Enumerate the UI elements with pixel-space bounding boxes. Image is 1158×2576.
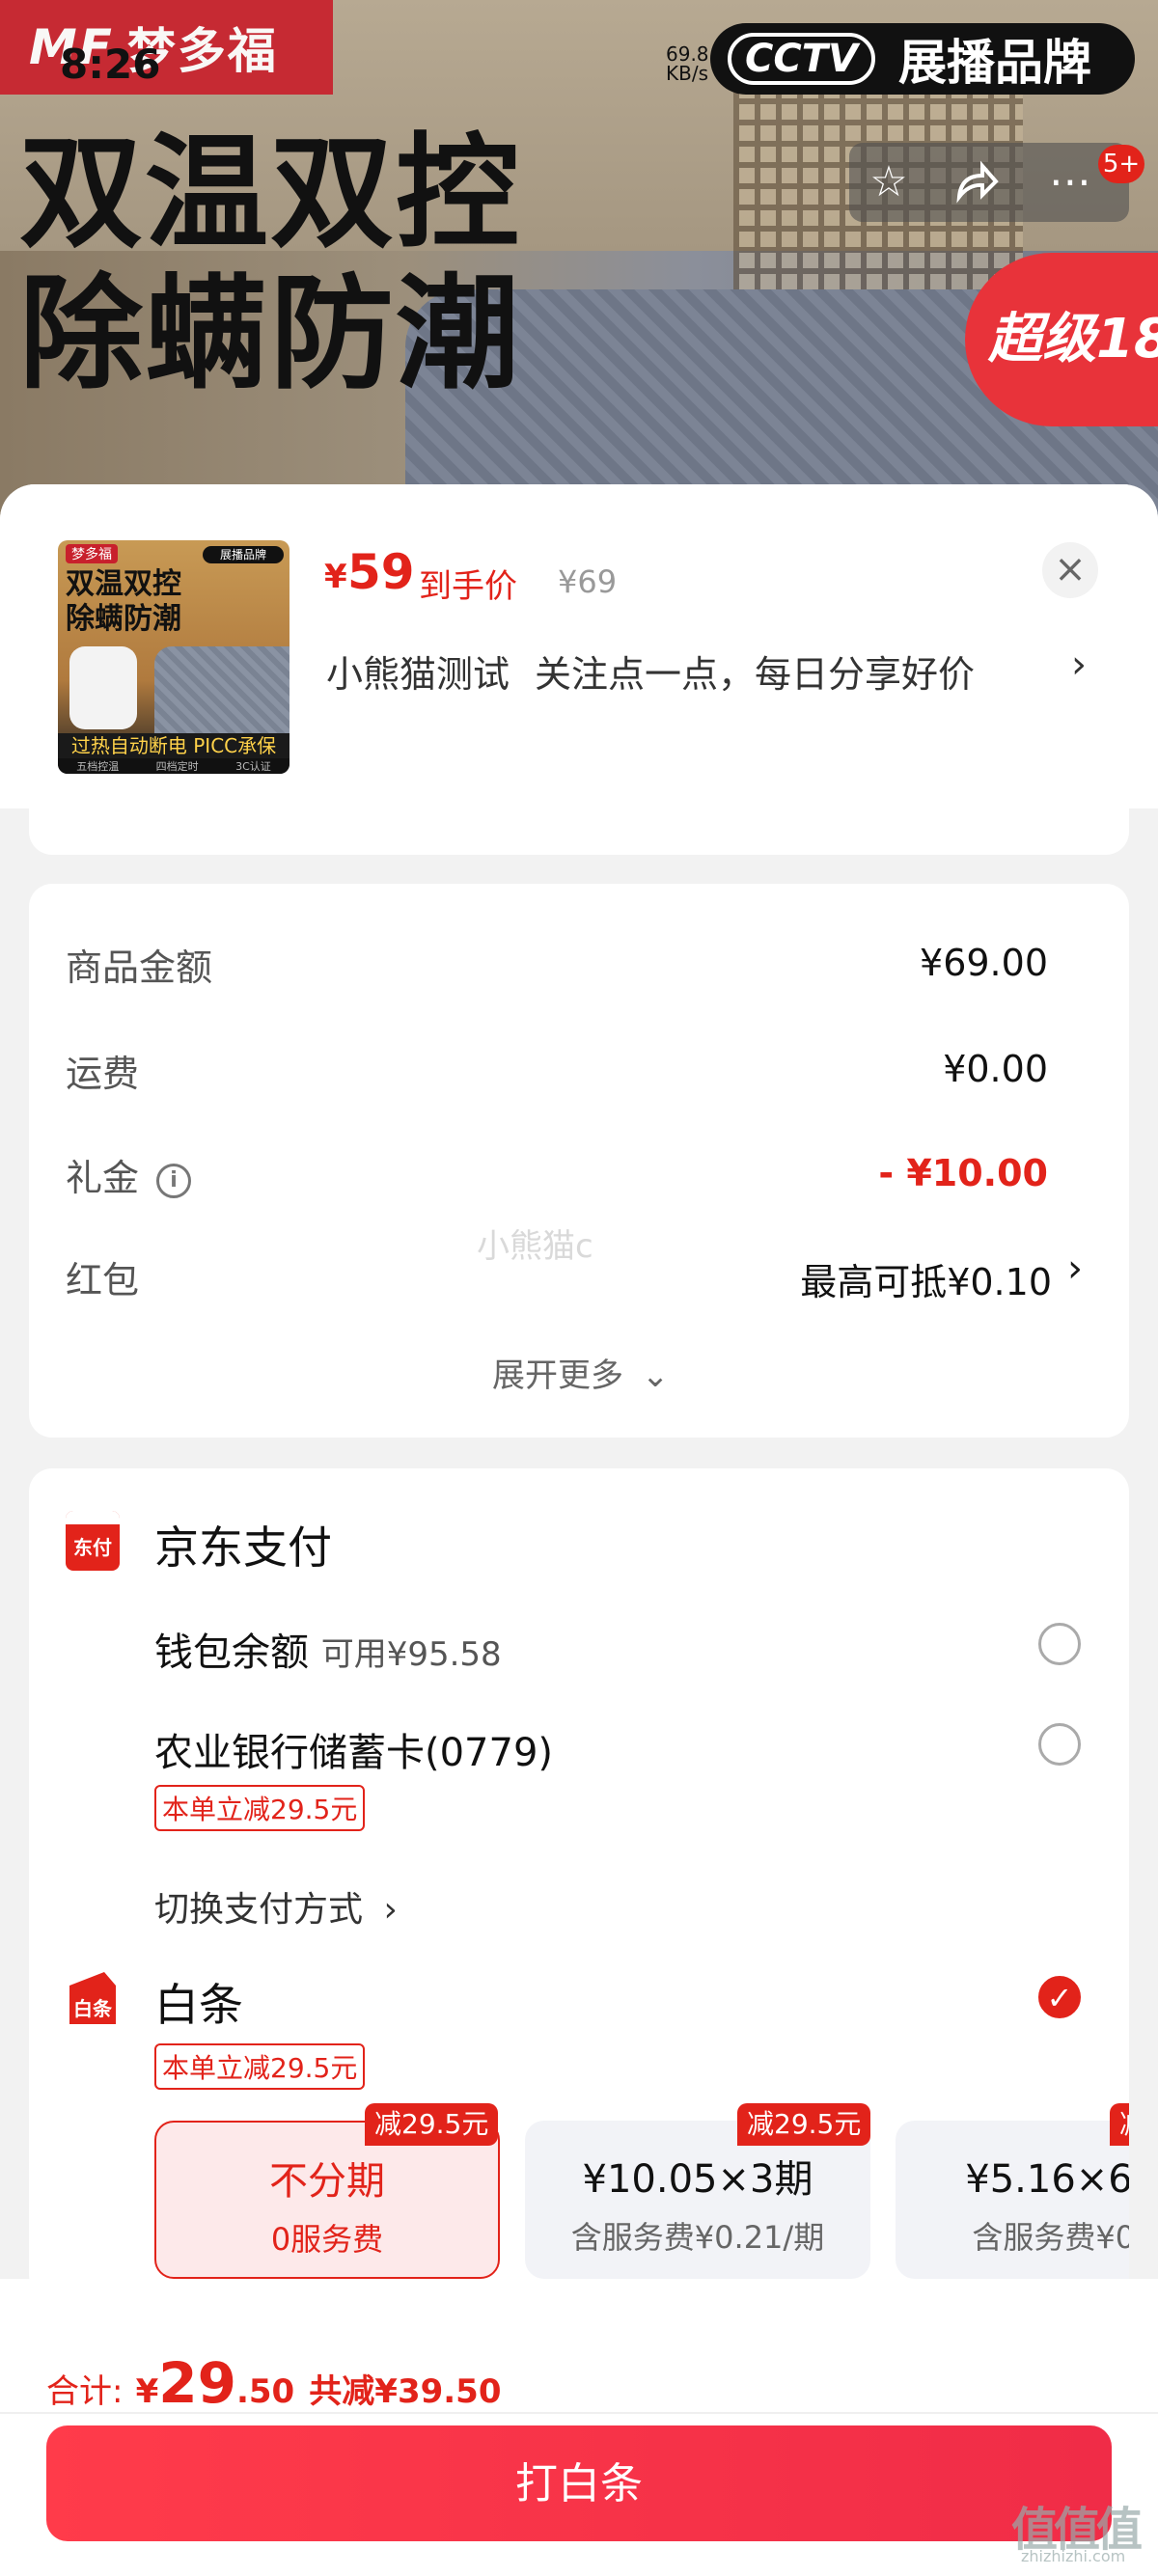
- shop-slogan: 关注点一点，每日分享好价: [535, 653, 976, 696]
- total-integer: 29: [158, 2350, 236, 2416]
- star-icon[interactable]: ☆: [865, 158, 913, 206]
- more-icon[interactable]: ⋯: [1046, 158, 1094, 206]
- pay-baitiao-button[interactable]: 打白条: [46, 2425, 1112, 2541]
- plan-6-installments[interactable]: ¥5.16×6期 含服务费¥0.2: [896, 2121, 1129, 2279]
- baitiao-icon-text: 白条: [73, 1997, 112, 2020]
- plan-discount-badge: 减29.5元: [737, 2103, 871, 2146]
- thumb-title-line-2: 除螨防潮: [66, 602, 181, 636]
- divider: [0, 2412, 1158, 2414]
- product-thumbnail[interactable]: 梦多福 展播品牌 双温双控 除螨防潮 过热自动断电 PICC承保 五档控温 四档…: [58, 540, 290, 774]
- thumb-footer-item: 3C认证: [235, 760, 271, 773]
- cctv-text: 展播品牌: [897, 35, 1091, 91]
- plan-title: ¥10.05×3期: [582, 2157, 813, 2202]
- wallet-available: 可用¥95.58: [320, 1635, 502, 1674]
- thumb-banner: 过热自动断电 PICC承保: [58, 733, 290, 758]
- expand-more[interactable]: 展开更多 ⌄: [492, 1349, 669, 1396]
- baitiao-title: 白条: [154, 1979, 243, 2031]
- plan-sub: 0服务费: [270, 2221, 384, 2258]
- cost-label-gift-text: 礼金: [66, 1157, 140, 1199]
- final-price-label: 到手价: [419, 567, 517, 606]
- total-symbol: ¥: [135, 2372, 159, 2411]
- thumb-title: 双温双控 除螨防潮: [66, 567, 181, 637]
- plan-title: 不分期: [269, 2159, 385, 2204]
- thumb-brand: 梦多福: [66, 544, 118, 563]
- wallet-radio[interactable]: [1038, 1623, 1081, 1665]
- thumb-blanket-image: [154, 646, 290, 733]
- baitiao-icon: 白条: [66, 1968, 120, 2028]
- jd-pay-title: 京东支付: [154, 1521, 332, 1574]
- info-icon[interactable]: i: [156, 1163, 192, 1198]
- thumb-footer: 五档控温 四档定时 3C认证: [58, 758, 290, 774]
- plan-6-installments-clip: ¥5.16×6期 含服务费¥0.2 减: [896, 2103, 1129, 2287]
- plan-discount-badge: 减: [1110, 2103, 1129, 2146]
- plan-sub: 含服务费¥0.21/期: [570, 2219, 825, 2256]
- net-speed-unit: KB/s: [666, 62, 708, 85]
- baitiao-check-icon[interactable]: ✓: [1038, 1976, 1081, 2018]
- thumb-footer-item: 四档定时: [155, 760, 199, 773]
- price-symbol: ¥: [324, 558, 347, 596]
- jd-pay-icon: 东付: [66, 1511, 120, 1571]
- brand-logo: MF 梦多福: [0, 0, 333, 95]
- final-price: 59: [347, 544, 415, 600]
- shop-info[interactable]: 小熊猫测试 关注点一点，每日分享好价: [326, 644, 975, 698]
- bank-discount-tag: 本单立减29.5元: [154, 1785, 366, 1831]
- cost-value-shipping: ¥0.00: [943, 1048, 1048, 1090]
- chevron-right-icon[interactable]: ›: [1071, 643, 1087, 687]
- cost-value-redpacket[interactable]: 最高可抵¥0.10: [676, 1252, 1052, 1305]
- jd-pay-icon-text: 东付: [73, 1536, 112, 1559]
- cost-label-goods: 商品金额: [66, 946, 213, 989]
- message-badge: 5+: [1098, 145, 1144, 183]
- cost-value-gift: - ¥10.00: [878, 1152, 1048, 1194]
- total-label: 合计:: [46, 2372, 124, 2411]
- wallet-label: 钱包余额: [154, 1631, 309, 1675]
- order-total: 合计: ¥29.50 共减¥39.50: [46, 2350, 501, 2416]
- promo-super18: 超级18: [965, 253, 1158, 426]
- slogan-line-2: 除螨防潮: [19, 262, 522, 406]
- net-speed-value: 69.8: [666, 42, 709, 66]
- corner-watermark-url: zhizhizhi.com: [1021, 2547, 1126, 2565]
- switch-payment-label: 切换支付方式: [154, 1890, 364, 1930]
- chevron-right-icon[interactable]: ›: [1067, 1247, 1083, 1291]
- thumb-remote-image: [69, 646, 137, 729]
- baitiao-discount-tag: 本单立减29.5元: [154, 2043, 366, 2090]
- total-decimal: .50: [235, 2372, 295, 2411]
- cost-label-gift: 礼金 i: [66, 1148, 192, 1201]
- thumb-cctv: 展播品牌: [203, 546, 284, 563]
- product-card-bottom: [29, 808, 1129, 855]
- close-icon[interactable]: ×: [1042, 542, 1098, 598]
- total-saved: 共减¥39.50: [309, 2372, 502, 2411]
- plan-title: ¥5.16×6期: [965, 2157, 1129, 2202]
- shop-name: 小熊猫测试: [326, 653, 510, 696]
- chevron-down-icon: ⌄: [641, 1357, 670, 1395]
- plan-discount-badge: 减29.5元: [365, 2103, 499, 2146]
- status-time: 8:26: [60, 41, 161, 88]
- expand-more-label: 展开更多: [492, 1357, 623, 1395]
- switch-payment-method[interactable]: 切换支付方式 ›: [154, 1881, 398, 1932]
- thumb-footer-item: 五档控温: [76, 760, 120, 773]
- share-icon[interactable]: [951, 158, 1000, 206]
- chevron-right-icon: ›: [383, 1890, 398, 1930]
- cost-value-goods: ¥69.00: [920, 942, 1048, 984]
- wallet-balance-option[interactable]: 钱包余额 可用¥95.58: [154, 1621, 502, 1677]
- hero-slogan: 双温双控 除螨防潮: [19, 123, 521, 405]
- status-net-speed: 69.8 KB/s: [666, 44, 709, 83]
- slogan-line-1: 双温双控: [19, 122, 522, 265]
- cost-label-shipping: 运费: [66, 1053, 140, 1095]
- plan-sub: 含服务费¥0.2: [972, 2219, 1129, 2256]
- original-price: ¥69: [558, 563, 618, 600]
- cctv-badge: CCTV 展播品牌: [710, 23, 1135, 95]
- watermark: 小熊猫c: [477, 1227, 593, 1266]
- bank-card-radio[interactable]: [1038, 1723, 1081, 1766]
- cost-label-redpacket: 红包: [66, 1259, 140, 1302]
- bank-card-option[interactable]: 农业银行储蓄卡(0779): [154, 1721, 553, 1777]
- thumb-title-line-1: 双温双控: [66, 567, 181, 601]
- cctv-logo: CCTV: [728, 33, 875, 85]
